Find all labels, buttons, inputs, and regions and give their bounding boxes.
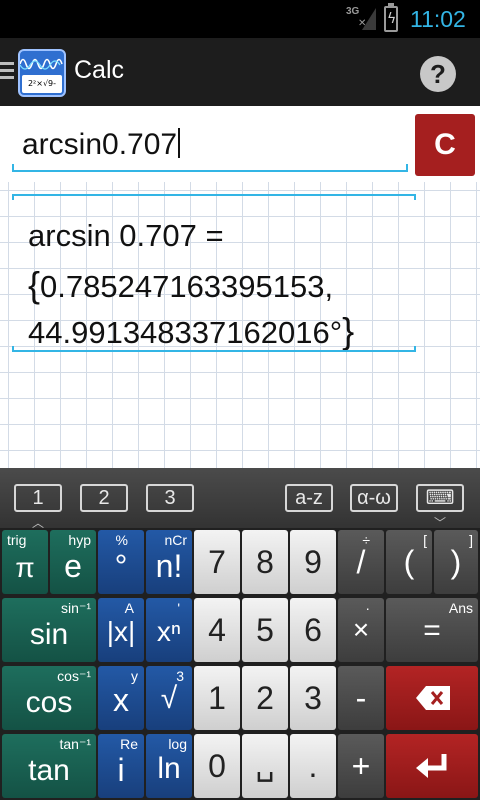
backspace-icon [416,686,450,710]
enter-icon [416,754,447,778]
keyboard-tab-bar: 1 2 3 a-z α-ω ⌨ ︿ ﹀ [0,468,480,530]
decimal-point-key[interactable]: . [290,734,336,798]
expression-text: arcsin0.707 [22,128,181,162]
menu-icon[interactable] [0,62,14,82]
tab-greek-letters[interactable]: α-ω [350,484,398,512]
enter-key[interactable] [386,734,478,798]
digit-8-key[interactable]: 8 [242,530,288,594]
degree-key[interactable]: % ° [98,530,144,594]
action-bar: 2²×√9-3/2 Calc ? [0,38,480,106]
help-icon[interactable]: ? [420,56,456,92]
digit-5-key[interactable]: 5 [242,598,288,662]
digit-9-key[interactable]: 9 [290,530,336,594]
variable-x-key[interactable]: yx [98,666,144,730]
factorial-key[interactable]: nCr n! [146,530,192,594]
wave-icon [20,58,63,70]
status-bar: 3G ✕ ϟ 11:02 [0,0,480,38]
app-title: Calc [74,56,125,84]
clock: 11:02 [410,6,466,32]
logo-formula: 2²×√9-3/2 [22,75,62,93]
power-key[interactable]: ʹ xⁿ [146,598,192,662]
tan-key[interactable]: tan⁻¹ tan [2,734,96,798]
tab-keypad-2[interactable]: 2 [80,484,128,512]
tab-system-keyboard[interactable]: ⌨ [416,484,464,512]
e-key[interactable]: hyp e [50,530,96,594]
close-paren-key[interactable]: ]) [434,530,478,594]
backspace-key[interactable] [386,666,478,730]
digit-0-key[interactable]: 0 [194,734,240,798]
sqrt-key[interactable]: 3 √ [146,666,192,730]
sin-key[interactable]: sin⁻¹ sin [2,598,96,662]
digit-3-key[interactable]: 3 [290,666,336,730]
input-underline [12,164,408,172]
equals-key[interactable]: Ans = [386,598,478,662]
ln-key[interactable]: log ln [146,734,192,798]
app-logo[interactable]: 2²×√9-3/2 [18,49,66,97]
space-key[interactable]: ␣ [242,734,288,798]
input-area: arcsin0.707 C [0,106,480,182]
digit-1-key[interactable]: 1 [194,666,240,730]
tab-keypad-1[interactable]: 1 [14,484,62,512]
clear-button[interactable]: C [415,114,475,176]
result-radians: {0.785247163395153, [28,264,334,305]
tab-keypad-3[interactable]: 3 [146,484,194,512]
no-signal-icon: ✕ [358,18,367,29]
multiply-key[interactable]: · × [338,598,384,662]
divide-key[interactable]: ÷ / [338,530,384,594]
plus-key[interactable]: + [338,734,384,798]
absolute-value-key[interactable]: A |x| [98,598,144,662]
battery-icon: ϟ [384,3,398,32]
digit-7-key[interactable]: 7 [194,530,240,594]
result-degrees: 44.991348337162016°} [28,310,355,351]
pi-key[interactable]: trig π [2,530,48,594]
open-paren-key[interactable]: [( [386,530,432,594]
result-expression: arcsin 0.707 = [28,218,224,253]
digit-6-key[interactable]: 6 [290,598,336,662]
text-caret [178,128,181,158]
imaginary-i-key[interactable]: Re i [98,734,144,798]
minus-key[interactable]: - [338,666,384,730]
expression-input[interactable]: arcsin0.707 [6,114,410,178]
network-type: 3G [346,6,360,17]
cos-key[interactable]: cos⁻¹ cos [2,666,96,730]
digit-4-key[interactable]: 4 [194,598,240,662]
tab-latin-letters[interactable]: a-z [285,484,333,512]
output-area: arcsin 0.707 = {0.785247163395153, 44.99… [0,182,480,468]
result-box[interactable]: arcsin 0.707 = {0.785247163395153, 44.99… [12,194,416,352]
keypad: trig π hyp e % ° nCr n! 7 8 9 ÷ / [( ]) sin⁻¹… [0,528,480,800]
digit-2-key[interactable]: 2 [242,666,288,730]
